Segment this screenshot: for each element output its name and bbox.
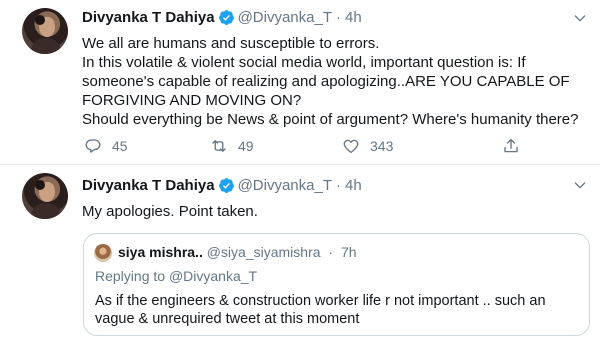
timestamp[interactable]: 4h xyxy=(345,177,362,194)
tweet-text-line: My apologies. Point taken. xyxy=(82,203,258,220)
author-handle[interactable]: @Divyanka_T xyxy=(238,177,332,194)
avatar[interactable] xyxy=(22,173,68,219)
author-name[interactable]: Divyanka T Dahiya xyxy=(82,9,215,26)
quoted-tweet-text: As if the engineers & construction worke… xyxy=(95,292,575,328)
quoted-text-line: vague & unrequired tweet at this moment xyxy=(95,311,360,327)
separator-dot: · xyxy=(336,177,341,194)
reply-count: 45 xyxy=(112,138,128,154)
tweet-text-line: Should everything be News & point of arg… xyxy=(82,111,579,128)
separator-dot: · xyxy=(328,244,334,260)
quoted-text-line: As if the engineers & construction worke… xyxy=(95,293,546,309)
tweet[interactable]: Divyanka T Dahiya @Divyanka_T · 4h My ap… xyxy=(0,165,600,338)
retweet-button[interactable]: 49 xyxy=(210,137,342,155)
like-button[interactable]: 343 xyxy=(342,137,502,155)
tweet[interactable]: Divyanka T Dahiya @Divyanka_T · 4h We al… xyxy=(0,0,600,165)
tweet-header: Divyanka T Dahiya @Divyanka_T · 4h xyxy=(82,177,362,194)
replying-to-label: Replying to xyxy=(95,268,166,284)
tweet-text: We all are humans and susceptible to err… xyxy=(82,34,592,129)
author-name[interactable]: Divyanka T Dahiya xyxy=(82,177,215,194)
verified-badge-icon xyxy=(218,178,234,193)
avatar-image xyxy=(30,180,62,219)
quoted-tweet[interactable]: siya mishra.. @siya_siyamishra · 7h Repl… xyxy=(83,233,590,336)
tweet-text: My apologies. Point taken. xyxy=(82,202,592,221)
quoted-avatar[interactable] xyxy=(94,244,112,262)
reply-icon xyxy=(85,139,101,153)
author-handle[interactable]: @Divyanka_T xyxy=(238,9,332,26)
avatar[interactable] xyxy=(22,8,68,54)
replying-to: Replying to @Divyanka_T xyxy=(95,268,257,284)
reply-button[interactable]: 45 xyxy=(84,137,210,155)
quoted-tweet-header: siya mishra.. @siya_siyamishra · 7h xyxy=(118,244,357,260)
tweet-text-line: In this volatile & violent social media … xyxy=(82,54,526,71)
share-button[interactable] xyxy=(502,137,530,155)
replying-to-handle[interactable]: @Divyanka_T xyxy=(169,268,257,284)
quoted-timestamp: 7h xyxy=(340,244,357,260)
retweet-icon xyxy=(212,140,226,152)
share-icon xyxy=(504,138,518,153)
verified-badge-icon xyxy=(218,10,234,25)
heart-icon xyxy=(343,139,359,154)
tweet-text-line: someone's capable of realizing and apolo… xyxy=(82,73,570,90)
quoted-author-name: siya mishra.. xyxy=(118,244,203,260)
like-count: 343 xyxy=(370,138,394,154)
tweet-text-line: FORGIVING AND MOVING ON? xyxy=(82,92,302,109)
separator-dot: · xyxy=(336,9,341,26)
chevron-down-icon[interactable] xyxy=(572,10,588,26)
retweet-count: 49 xyxy=(238,138,254,154)
tweet-header: Divyanka T Dahiya @Divyanka_T · 4h xyxy=(82,9,362,26)
avatar-image xyxy=(30,15,62,54)
timestamp[interactable]: 4h xyxy=(345,9,362,26)
tweet-text-line: We all are humans and susceptible to err… xyxy=(82,35,380,52)
tweet-actions: 45 49 343 xyxy=(84,137,534,155)
quoted-author-handle: @siya_siyamishra xyxy=(206,244,321,260)
chevron-down-icon[interactable] xyxy=(572,177,588,193)
